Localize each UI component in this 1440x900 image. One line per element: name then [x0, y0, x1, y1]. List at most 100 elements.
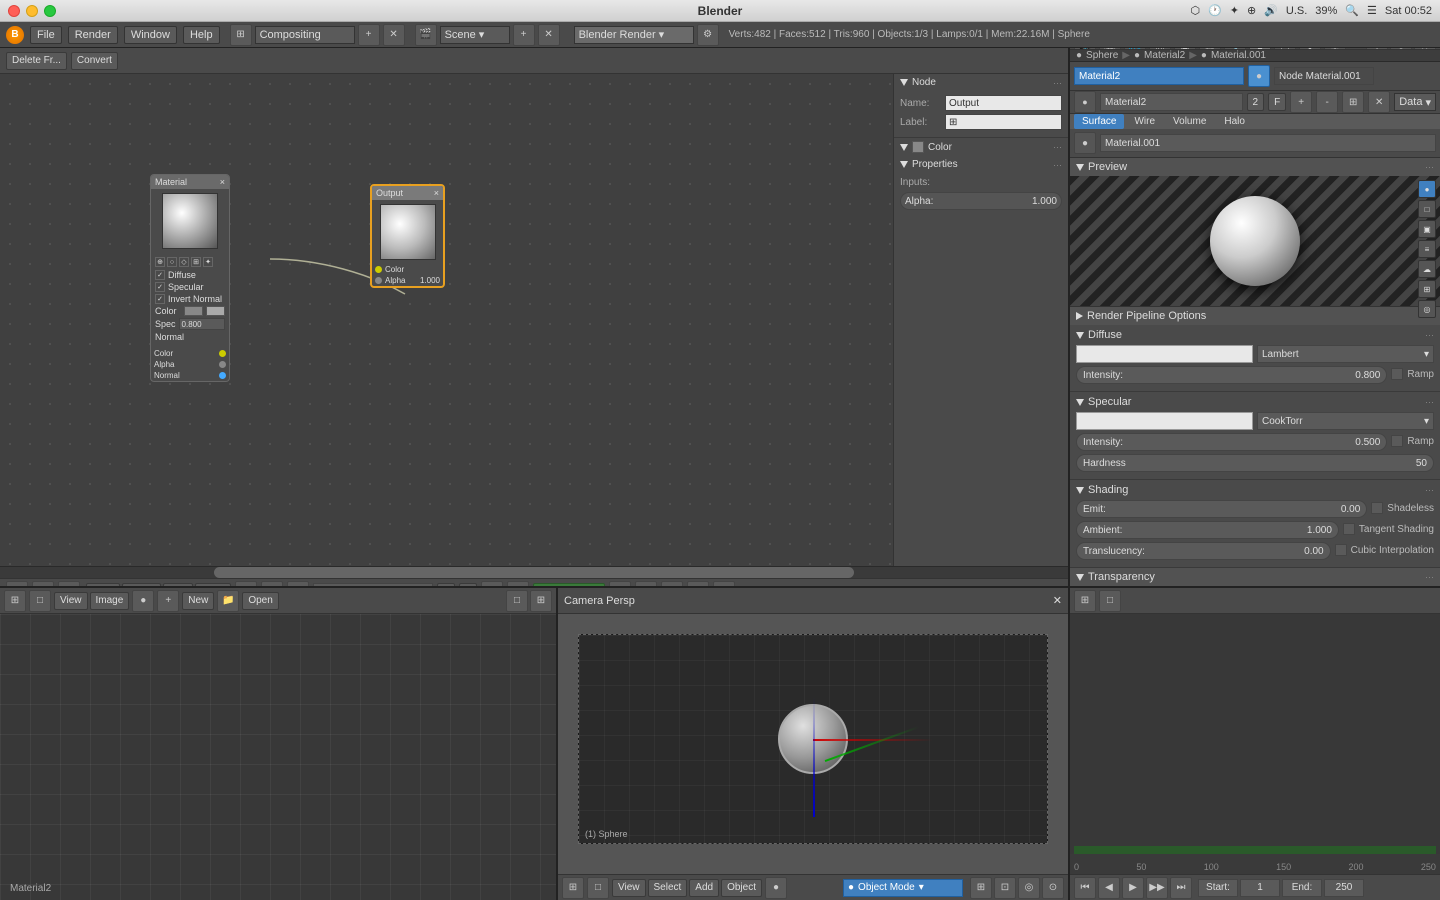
- preview-section-title[interactable]: Preview ···: [1070, 158, 1440, 176]
- tangent-cb[interactable]: [1343, 523, 1355, 535]
- node-section-header[interactable]: Node ···: [894, 74, 1068, 91]
- material-slot-item[interactable]: Material2: [1074, 67, 1244, 85]
- cam-extra-icon[interactable]: ●: [765, 877, 787, 899]
- cam-view-icon[interactable]: □: [587, 877, 609, 899]
- use-nodes-btn[interactable]: ✓ Use Nodes: [533, 583, 605, 587]
- node-select-btn[interactable]: Select: [122, 583, 162, 587]
- mat-icon-2[interactable]: ○: [167, 257, 177, 267]
- specular-color-field[interactable]: [1076, 412, 1253, 430]
- node-mat-icon2[interactable]: ◉: [261, 581, 283, 587]
- emit-field[interactable]: Emit: 0.00: [1076, 500, 1367, 518]
- cubic-cb[interactable]: [1335, 544, 1347, 556]
- bc-sphere[interactable]: Sphere: [1086, 50, 1118, 61]
- tl-start-value[interactable]: 1: [1240, 879, 1280, 897]
- out-node-close[interactable]: ×: [434, 188, 439, 198]
- node-num-btn[interactable]: 2: [437, 583, 455, 587]
- object-mode-btn[interactable]: ● Object Mode ▾: [843, 879, 963, 897]
- diffuse-ramp-cb[interactable]: [1391, 368, 1403, 380]
- mat-icon-1[interactable]: ⊕: [155, 257, 165, 267]
- engine-dropdown[interactable]: Blender Render ▾: [574, 26, 694, 44]
- preview-hair-btn[interactable]: ≡: [1418, 240, 1436, 258]
- diffuse-title[interactable]: Diffuse ···: [1076, 329, 1434, 341]
- node-mat-name[interactable]: Node Material.001: [1274, 67, 1374, 85]
- node-extra2-btn[interactable]: ⊞: [687, 581, 709, 587]
- translucency-field[interactable]: Translucency: 0.00: [1076, 542, 1331, 560]
- mac-close-btn[interactable]: [8, 5, 20, 17]
- cam-extra1-btn[interactable]: ⊞: [970, 877, 992, 899]
- node-convert-btn[interactable]: Convert: [71, 52, 118, 70]
- close-editor-btn[interactable]: ✕: [383, 24, 405, 46]
- mat-delete-btn[interactable]: ✕: [1368, 91, 1390, 113]
- node-f-btn[interactable]: F: [459, 583, 477, 587]
- tl-next-frame-btn[interactable]: ▶▶: [1146, 877, 1168, 899]
- ambient-field[interactable]: Ambient: 1.000: [1076, 521, 1339, 539]
- node-plus-btn[interactable]: +: [481, 581, 503, 587]
- img-open-btn[interactable]: Open: [242, 592, 278, 610]
- mac-max-btn[interactable]: [44, 5, 56, 17]
- preview-sky-btn[interactable]: ☁: [1418, 260, 1436, 278]
- img-add-icon[interactable]: +: [157, 590, 179, 612]
- tab-halo[interactable]: Halo: [1216, 114, 1253, 129]
- img-new-btn[interactable]: New: [182, 592, 214, 610]
- img-mode2-icon[interactable]: ●: [132, 590, 154, 612]
- cam-select-btn[interactable]: Select: [648, 879, 688, 897]
- properties-section-header[interactable]: Properties ···: [894, 156, 1068, 173]
- cam-extra4-btn[interactable]: ⊙: [1042, 877, 1064, 899]
- node-mat-icon[interactable]: ●: [235, 581, 257, 587]
- node-extra1-btn[interactable]: ⊙: [661, 581, 683, 587]
- node-refresh-btn[interactable]: ↺: [609, 581, 631, 587]
- output-node[interactable]: Output × Color Alpha 1.000: [370, 184, 445, 288]
- menu-help-btn[interactable]: Help: [183, 26, 220, 44]
- diffuse-cb[interactable]: ✓: [155, 270, 165, 280]
- tab-wire[interactable]: Wire: [1126, 114, 1163, 129]
- node-mat-icon3[interactable]: ⬡: [287, 581, 309, 587]
- img-mode-icon[interactable]: ⊞: [4, 590, 26, 612]
- specular-ramp-cb[interactable]: [1391, 435, 1403, 447]
- cam-extra3-btn[interactable]: ◎: [1018, 877, 1040, 899]
- img-view-icon[interactable]: □: [29, 590, 51, 612]
- node-delete-btn[interactable]: Delete Fr...: [6, 52, 67, 70]
- tl-end-value[interactable]: 250: [1324, 879, 1364, 897]
- node-select-icon[interactable]: ⊡: [58, 581, 80, 587]
- workspace-dropdown[interactable]: Compositing: [255, 26, 355, 44]
- diffuse-intensity-field[interactable]: Intensity: 0.800: [1076, 366, 1387, 384]
- scene-add-btn[interactable]: +: [513, 24, 535, 46]
- node-node-btn[interactable]: Node: [195, 583, 231, 587]
- preview-plane-btn[interactable]: □: [1418, 200, 1436, 218]
- node-name-field[interactable]: Output: [945, 95, 1062, 111]
- specular-cb[interactable]: ✓: [155, 282, 165, 292]
- mat-icon-5[interactable]: ✦: [203, 257, 213, 267]
- add-editor-btn[interactable]: +: [358, 24, 380, 46]
- scene-icon-btn[interactable]: 🎬: [415, 24, 437, 46]
- node-view-btn[interactable]: View: [86, 583, 120, 587]
- color-section-header[interactable]: Color ···: [894, 138, 1068, 156]
- node-minus-btn[interactable]: -: [507, 581, 529, 587]
- mat-001-field[interactable]: Material.001: [1100, 134, 1436, 152]
- hardness-field[interactable]: Hardness 50: [1076, 454, 1434, 472]
- render-pipeline-section[interactable]: Render Pipeline Options ···: [1070, 307, 1440, 325]
- tl-prev-frame-btn[interactable]: ◀: [1098, 877, 1120, 899]
- alpha-slider[interactable]: Alpha: 1.000: [900, 192, 1062, 210]
- menu-icon[interactable]: ☰: [1367, 4, 1377, 17]
- cam-extra2-btn[interactable]: ⊡: [994, 877, 1016, 899]
- node-hscrollbar[interactable]: [0, 566, 1068, 578]
- mat-icon-4[interactable]: ⊞: [191, 257, 201, 267]
- shadeless-cb[interactable]: [1371, 502, 1383, 514]
- menu-render-btn[interactable]: Render: [68, 26, 118, 44]
- bc-material2[interactable]: Material2: [1144, 50, 1185, 61]
- mat-minus-btn[interactable]: -: [1316, 91, 1338, 113]
- tl-mode-icon[interactable]: ⊞: [1074, 590, 1096, 612]
- cam-mode-icon[interactable]: ⊞: [562, 877, 584, 899]
- mat-name-input[interactable]: Material2: [1100, 93, 1243, 111]
- cam-view-btn[interactable]: View: [612, 879, 646, 897]
- menu-window-btn[interactable]: Window: [124, 26, 177, 44]
- node-camera-btn[interactable]: 📷: [635, 581, 657, 587]
- timeline-canvas[interactable]: 0 50 100 150 200 250: [1070, 614, 1440, 874]
- preview-cube-btn[interactable]: ▣: [1418, 220, 1436, 238]
- mat-icon-3[interactable]: ◇: [179, 257, 189, 267]
- preview-world-btn[interactable]: ◎: [1418, 300, 1436, 318]
- material-name-selector[interactable]: Material2: [313, 583, 433, 587]
- data-dropdown[interactable]: Data ▾: [1394, 93, 1436, 111]
- preview-floor-btn[interactable]: ⊞: [1418, 280, 1436, 298]
- mat-num-field[interactable]: 2: [1247, 93, 1265, 111]
